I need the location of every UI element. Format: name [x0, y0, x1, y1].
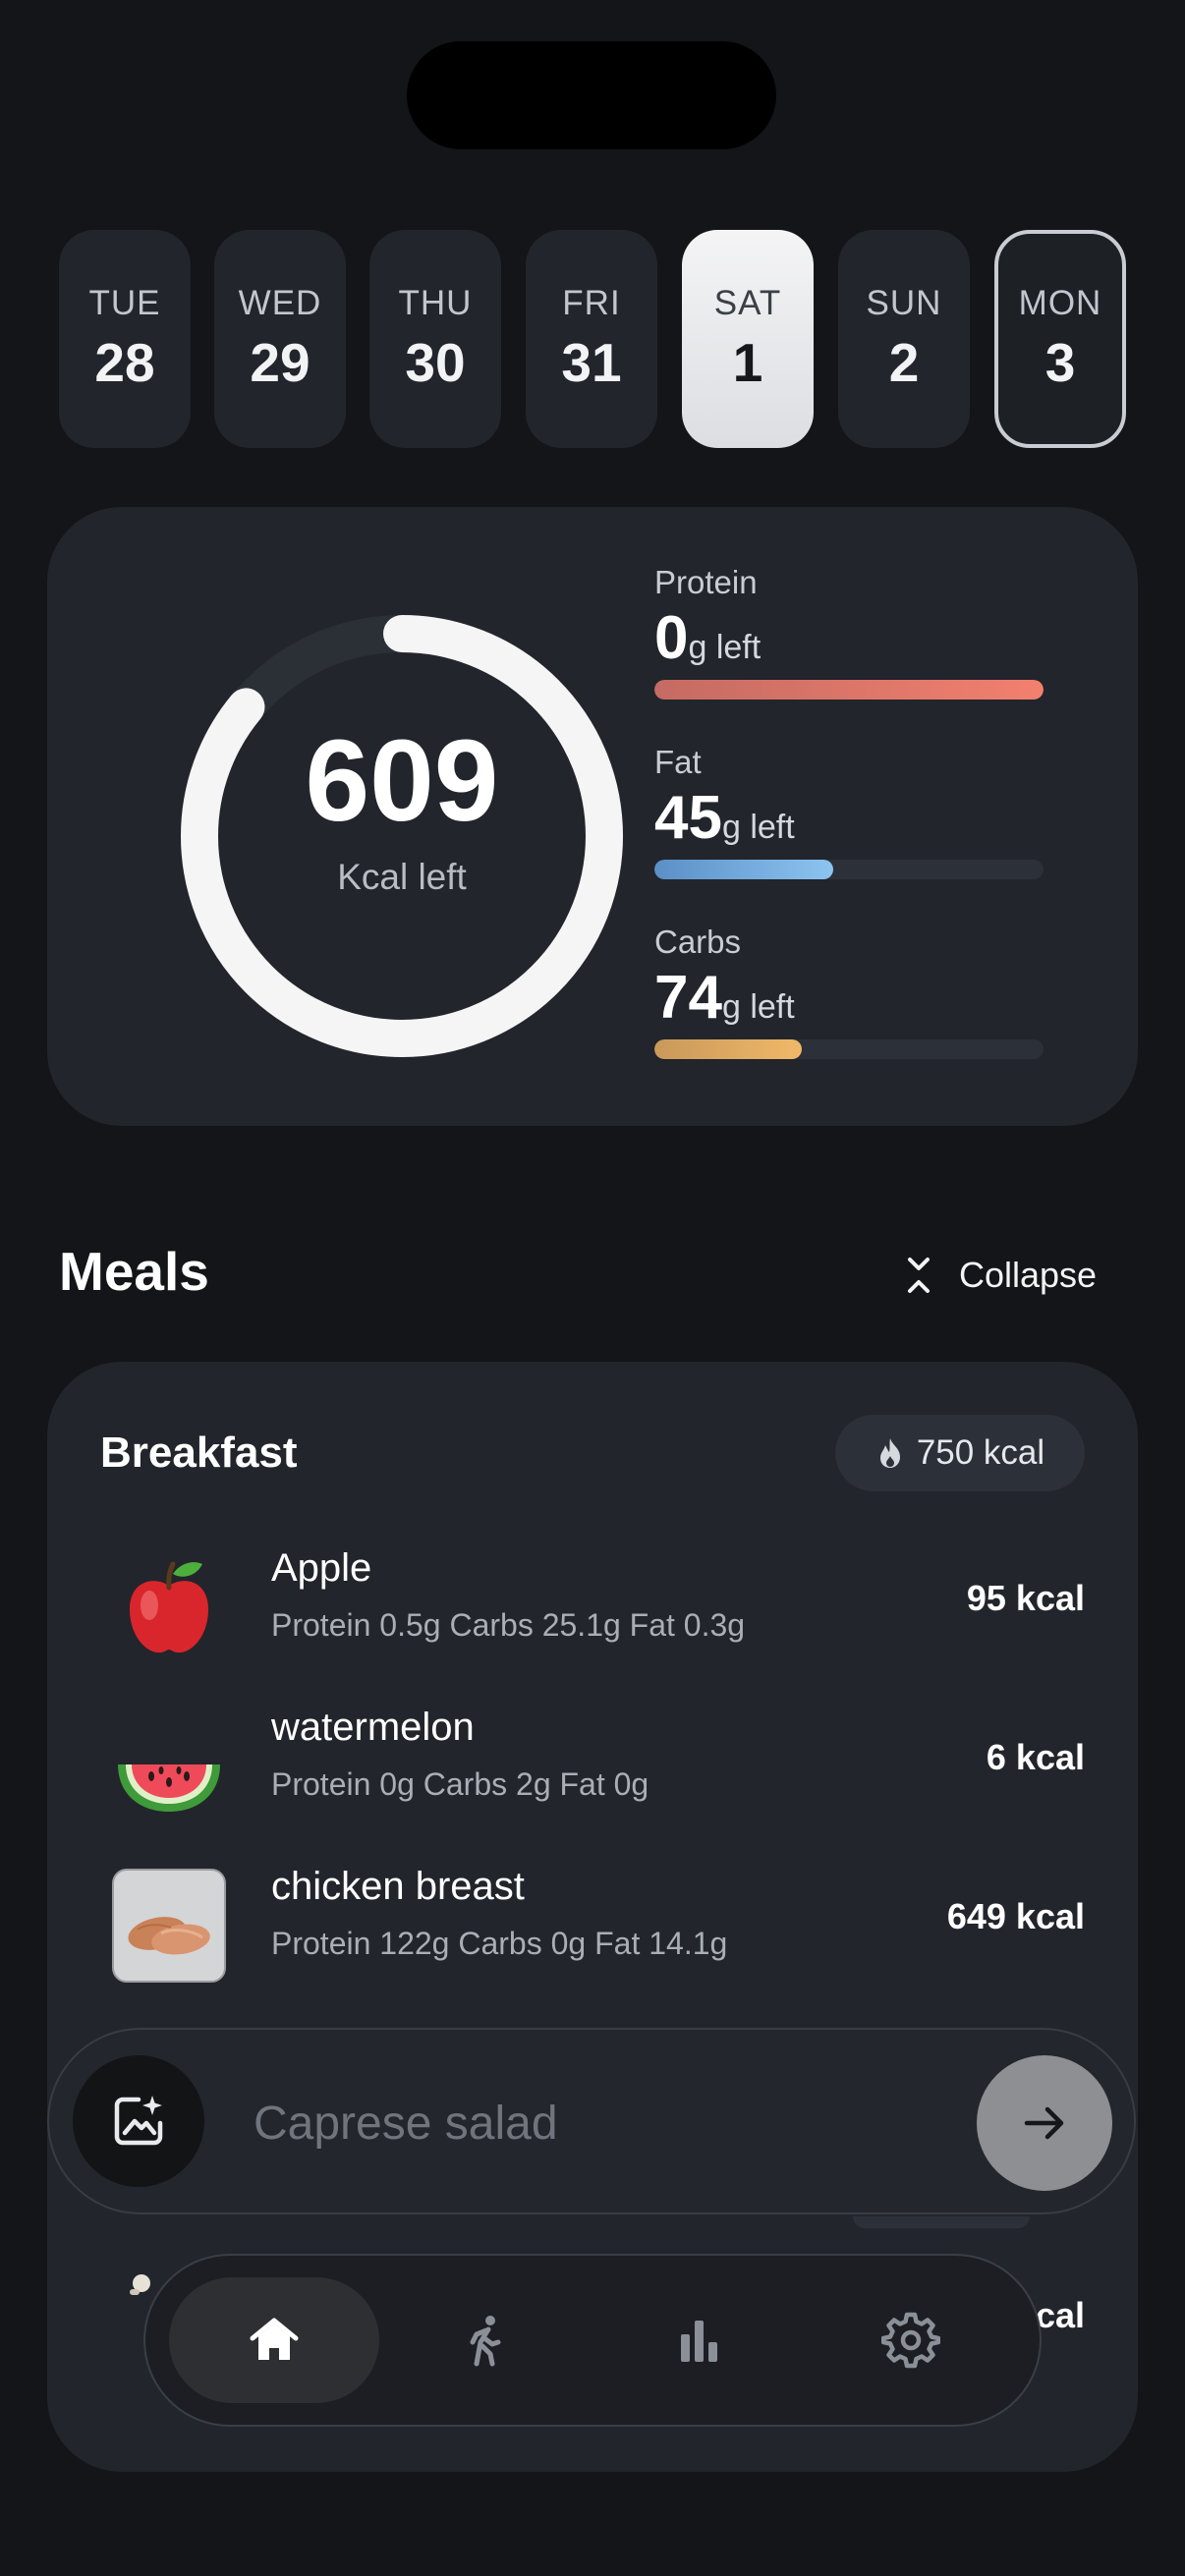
- day-number: 3: [1044, 332, 1076, 393]
- food-kcal: 649 kcal: [946, 1896, 1085, 1936]
- food-macros: Protein 0.5g Carbs 25.1g Fat 0.3g: [271, 1607, 746, 1643]
- nav-tab-activity[interactable]: [381, 2277, 592, 2403]
- nav-tab-settings[interactable]: [806, 2277, 1016, 2403]
- macro-label: Protein: [654, 564, 758, 600]
- food-macros: Protein 0g Carbs 2g Fat 0g: [271, 1766, 649, 1802]
- chicken-breast-photo: [112, 1869, 226, 1983]
- day-weekday: WED: [238, 284, 322, 322]
- nav-tab-home[interactable]: [169, 2277, 379, 2403]
- dynamic-island: [407, 41, 776, 149]
- collapse-label: Collapse: [959, 1255, 1098, 1295]
- food-kcal: 6 kcal: [986, 1737, 1085, 1777]
- macro-protein: Protein 0g left: [654, 564, 1047, 700]
- food-thumbnail-partial: [130, 2274, 150, 2295]
- macro-label: Carbs: [654, 924, 742, 960]
- macro-unit: g left: [688, 629, 762, 666]
- bottom-nav: [143, 2254, 1042, 2427]
- food-search-input[interactable]: [252, 2083, 943, 2163]
- arrow-right-icon: [1024, 2106, 1064, 2140]
- macro-carbs: Carbs 74g left: [654, 924, 1047, 1059]
- bar-chart-icon: [681, 2321, 717, 2362]
- meal-kcal-value: 750 kcal: [916, 1433, 1045, 1472]
- food-macros: Protein 122g Carbs 0g Fat 14.1g: [271, 1926, 728, 1961]
- day-wed[interactable]: WED 29: [214, 230, 346, 448]
- home-icon: [250, 2318, 299, 2360]
- macro-value: 45: [654, 784, 722, 852]
- ai-scan-button[interactable]: [73, 2055, 204, 2187]
- gear-icon: [881, 2312, 940, 2369]
- macro-unit: g left: [721, 809, 795, 846]
- collapse-button[interactable]: Collapse: [906, 1248, 1097, 1303]
- ai-sparkle-image-icon: [114, 2096, 163, 2146]
- macro-progress-bar: [654, 680, 1044, 700]
- meal-kcal-badge: 750 kcal: [835, 1415, 1085, 1491]
- food-name: chicken breast: [271, 1865, 525, 1908]
- daily-summary-card: 609 Kcal left Protein 0g left Fat 45g le…: [47, 507, 1138, 1126]
- day-weekday: SAT: [713, 284, 782, 322]
- kcal-left-value: 609: [305, 716, 499, 846]
- food-item[interactable]: Apple Protein 0.5g Carbs 25.1g Fat 0.3g …: [47, 1531, 1138, 1678]
- macro-value: 0: [654, 604, 689, 672]
- date-strip: TUE 28 WED 29 THU 30 FRI 31 SAT 1 SUN 2 …: [59, 230, 1126, 448]
- day-sun[interactable]: SUN 2: [838, 230, 970, 448]
- day-tue[interactable]: TUE 28: [59, 230, 191, 448]
- day-sat[interactable]: SAT 1: [682, 230, 814, 448]
- macro-progress-bar: [654, 1039, 1044, 1059]
- macro-value: 74: [654, 964, 722, 1032]
- day-weekday: SUN: [866, 284, 942, 322]
- collapse-chevrons-icon: [908, 1258, 930, 1293]
- meals-heading: Meals: [59, 1241, 209, 1302]
- macro-progress-fill: [654, 680, 1044, 700]
- hidden-food-kcal: cal: [1036, 2295, 1086, 2335]
- food-kcal: 95 kcal: [966, 1578, 1085, 1618]
- macro-label: Fat: [654, 744, 702, 780]
- food-item[interactable]: watermelon Protein 0g Carbs 2g Fat 0g 6 …: [47, 1690, 1138, 1837]
- kcal-left-label: Kcal left: [337, 857, 467, 897]
- flame-icon: [879, 1438, 900, 1468]
- macro-progress-bar: [654, 860, 1044, 879]
- day-fri[interactable]: FRI 31: [526, 230, 657, 448]
- day-number: 28: [94, 332, 155, 393]
- day-number: 29: [250, 332, 310, 393]
- day-number: 2: [888, 332, 920, 393]
- apple-icon: [130, 1561, 208, 1653]
- hidden-meal-badge: [853, 2216, 1030, 2228]
- day-number: 31: [561, 332, 622, 393]
- macro-progress-fill: [654, 1039, 803, 1059]
- day-weekday: FRI: [562, 284, 621, 322]
- walking-icon: [470, 2316, 501, 2367]
- submit-button[interactable]: [977, 2055, 1112, 2191]
- food-name: watermelon: [271, 1706, 475, 1749]
- day-weekday: TUE: [88, 284, 161, 322]
- day-thu[interactable]: THU 30: [369, 230, 501, 448]
- meal-name: Breakfast: [100, 1428, 298, 1477]
- food-search-bar: [47, 2028, 1136, 2214]
- watermelon-icon: [118, 1764, 220, 1812]
- day-mon[interactable]: MON 3: [994, 230, 1126, 448]
- day-number: 30: [405, 332, 466, 393]
- food-item[interactable]: chicken breast Protein 122g Carbs 0g Fat…: [47, 1849, 1138, 1996]
- macro-progress-fill: [654, 860, 834, 879]
- day-weekday: MON: [1018, 284, 1102, 322]
- food-name: Apple: [271, 1546, 372, 1590]
- macro-fat: Fat 45g left: [654, 744, 1047, 879]
- macro-unit: g left: [721, 988, 795, 1026]
- day-number: 1: [732, 332, 763, 393]
- nav-tab-stats[interactable]: [593, 2277, 804, 2403]
- day-weekday: THU: [398, 284, 473, 322]
